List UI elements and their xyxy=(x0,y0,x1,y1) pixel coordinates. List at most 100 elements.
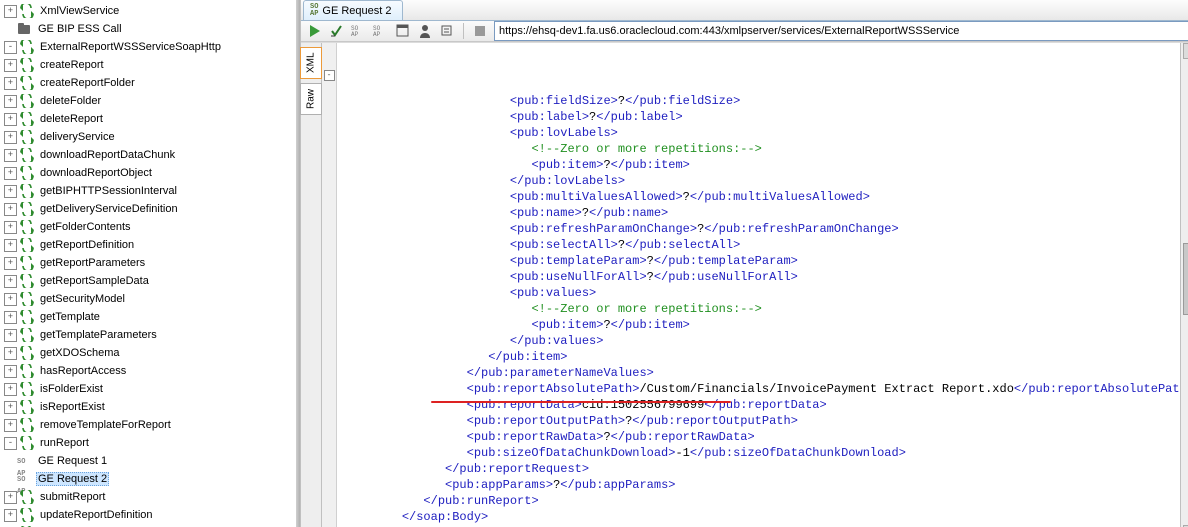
expand-toggle[interactable]: + xyxy=(4,419,17,432)
soap-icon-small-1[interactable]: SOAP xyxy=(351,23,367,39)
tree-item-service[interactable]: - ExternalReportWSSServiceSoapHttp xyxy=(0,38,300,56)
expand-toggle[interactable]: + xyxy=(4,131,17,144)
auth-button[interactable] xyxy=(417,23,433,39)
tree-item-label: GE Request 2 xyxy=(36,472,109,486)
tree-item-op-getXDOSchema[interactable]: +getXDOSchema xyxy=(0,344,300,362)
expand-toggle[interactable]: + xyxy=(4,401,17,414)
tree-item-request-1[interactable]: SOAPGE Request 1 xyxy=(0,452,300,470)
tree-item-op-isFolderExist[interactable]: +isFolderExist xyxy=(0,380,300,398)
expand-toggle[interactable]: + xyxy=(4,491,17,504)
operation-icon xyxy=(19,436,35,450)
tree-item-op-updateReportDefinition[interactable]: +updateReportDefinition xyxy=(0,506,300,524)
endpoint-url-input[interactable] xyxy=(494,21,1188,41)
tree-item-op-removeTemplateForReport[interactable]: + removeTemplateForReport xyxy=(0,416,300,434)
operation-icon xyxy=(19,346,35,360)
expand-toggle[interactable]: + xyxy=(4,311,17,324)
soap-request-icon: SOAP xyxy=(17,454,33,468)
expand-toggle[interactable]: + xyxy=(4,5,17,18)
tree-item-op-deleteReport[interactable]: + deleteReport xyxy=(0,110,300,128)
stop-button[interactable] xyxy=(472,23,488,39)
fold-toggle[interactable]: - xyxy=(324,70,335,81)
expand-toggle[interactable]: + xyxy=(4,77,17,90)
run-button[interactable] xyxy=(307,23,323,39)
xml-view-tab[interactable]: XML xyxy=(300,47,322,79)
tree-item-label: deliveryService xyxy=(38,131,117,143)
operation-icon xyxy=(19,94,35,108)
tree-item-op-deleteFolder[interactable]: +deleteFolder xyxy=(0,92,300,110)
soap-icon-small-2[interactable]: SOAP xyxy=(373,23,389,39)
tree-item-op-getDeliveryServiceDefinition[interactable]: + getDeliveryServiceDefinition xyxy=(0,200,300,218)
tree-item-op-getTemplateParameters[interactable]: +getTemplateParameters xyxy=(0,326,300,344)
expand-toggle[interactable]: + xyxy=(4,329,17,342)
expand-toggle[interactable]: - xyxy=(4,437,17,450)
expand-toggle[interactable]: + xyxy=(4,257,17,270)
service-icon xyxy=(19,40,35,54)
tree-item-label: createReportFolder xyxy=(38,77,137,89)
expand-toggle[interactable]: + xyxy=(4,365,17,378)
tree-item-op-getTemplate[interactable]: + getTemplate xyxy=(0,308,300,326)
tree-item-op-downloadReportObject[interactable]: +downloadReportObject xyxy=(0,164,300,182)
xml-editor[interactable]: <pub:fieldSize>?</pub:fieldSize> <pub:la… xyxy=(337,43,1180,527)
tree-item-op-createReportFolder[interactable]: + createReportFolder xyxy=(0,74,300,92)
raw-view-tab[interactable]: Raw xyxy=(300,83,322,115)
tree-item-op-getReportParameters[interactable]: +getReportParameters xyxy=(0,254,300,272)
operation-icon xyxy=(19,382,35,396)
expand-toggle[interactable]: + xyxy=(4,203,17,216)
tree-item-label: removeTemplateForReport xyxy=(38,419,173,431)
attachments-button[interactable] xyxy=(439,23,455,39)
vertical-scrollbar[interactable] xyxy=(1180,43,1188,527)
tree-item-op-getFolderContents[interactable]: + getFolderContents xyxy=(0,218,300,236)
tree-item-op-submitReport[interactable]: + submitReport xyxy=(0,488,300,506)
tree-item-op-getReportSampleData[interactable]: + getReportSampleData xyxy=(0,272,300,290)
tree-item-label: deleteReport xyxy=(38,113,105,125)
tree-item-label: XmlViewService xyxy=(38,5,121,17)
expand-spacer xyxy=(4,456,15,467)
expand-toggle[interactable]: + xyxy=(4,293,17,306)
tree-item-op-downloadReportDataChunk[interactable]: +downloadReportDataChunk xyxy=(0,146,300,164)
expand-toggle[interactable]: + xyxy=(4,167,17,180)
operation-icon xyxy=(19,58,35,72)
expand-toggle[interactable]: + xyxy=(4,239,17,252)
tab-label: GE Request 2 xyxy=(322,5,391,17)
tree-item-op-hasReportAccess[interactable]: +hasReportAccess xyxy=(0,362,300,380)
tab-ge-request-2[interactable]: SOAP GE Request 2 xyxy=(303,0,403,20)
tree-item-label: submitReport xyxy=(38,491,107,503)
tree-item-label: getTemplate xyxy=(38,311,102,323)
folder-icon xyxy=(17,22,33,36)
expand-toggle[interactable]: - xyxy=(4,41,17,54)
editor-left-sidetabs: XML Raw xyxy=(301,43,322,527)
tree-item-label: getReportSampleData xyxy=(38,275,151,287)
expand-toggle[interactable]: + xyxy=(4,113,17,126)
tree-item-label: getFolderContents xyxy=(38,221,133,233)
expand-toggle[interactable]: + xyxy=(4,383,17,396)
expand-toggle[interactable]: + xyxy=(4,149,17,162)
expand-toggle[interactable]: + xyxy=(4,221,17,234)
tree-item-xmlviewservice[interactable]: + XmlViewService xyxy=(0,2,300,20)
tree-item-op-getBIPHTTPSessionInterval[interactable]: +getBIPHTTPSessionInterval xyxy=(0,182,300,200)
tree-item-request-2[interactable]: SOAPGE Request 2 xyxy=(0,470,300,488)
operation-icon xyxy=(19,364,35,378)
expand-spacer xyxy=(4,24,15,35)
vertical-scroll-thumb[interactable] xyxy=(1183,243,1188,315)
navigator-tree[interactable]: + XmlViewService GE BIP ESS Call - ExternalR… xyxy=(0,0,301,527)
expand-toggle[interactable]: + xyxy=(4,347,17,360)
tree-item-project-folder[interactable]: GE BIP ESS Call xyxy=(0,20,300,38)
tree-item-label: getDeliveryServiceDefinition xyxy=(38,203,180,215)
tree-item-op-deliveryService[interactable]: + deliveryService xyxy=(0,128,300,146)
tree-item-op-createReport[interactable]: +createReport xyxy=(0,56,300,74)
expand-toggle[interactable]: + xyxy=(4,275,17,288)
expand-toggle[interactable]: + xyxy=(4,59,17,72)
tree-item-op-isReportExist[interactable]: +isReportExist xyxy=(0,398,300,416)
add-to-testcase-button[interactable] xyxy=(329,23,345,39)
open-window-button[interactable] xyxy=(395,23,411,39)
tree-item-op-getSecurityModel[interactable]: +getSecurityModel xyxy=(0,290,300,308)
tree-item-op-getReportDefinition[interactable]: +getReportDefinition xyxy=(0,236,300,254)
expand-toggle[interactable]: + xyxy=(4,185,17,198)
expand-toggle[interactable]: + xyxy=(4,509,17,522)
tree-item-label: ExternalReportWSSServiceSoapHttp xyxy=(38,41,223,53)
soap-request-icon: SOAP xyxy=(17,472,33,486)
expand-toggle[interactable]: + xyxy=(4,95,17,108)
operation-icon xyxy=(19,292,35,306)
toolbar-separator xyxy=(463,23,464,39)
tree-item-op-runReport[interactable]: -runReport xyxy=(0,434,300,452)
